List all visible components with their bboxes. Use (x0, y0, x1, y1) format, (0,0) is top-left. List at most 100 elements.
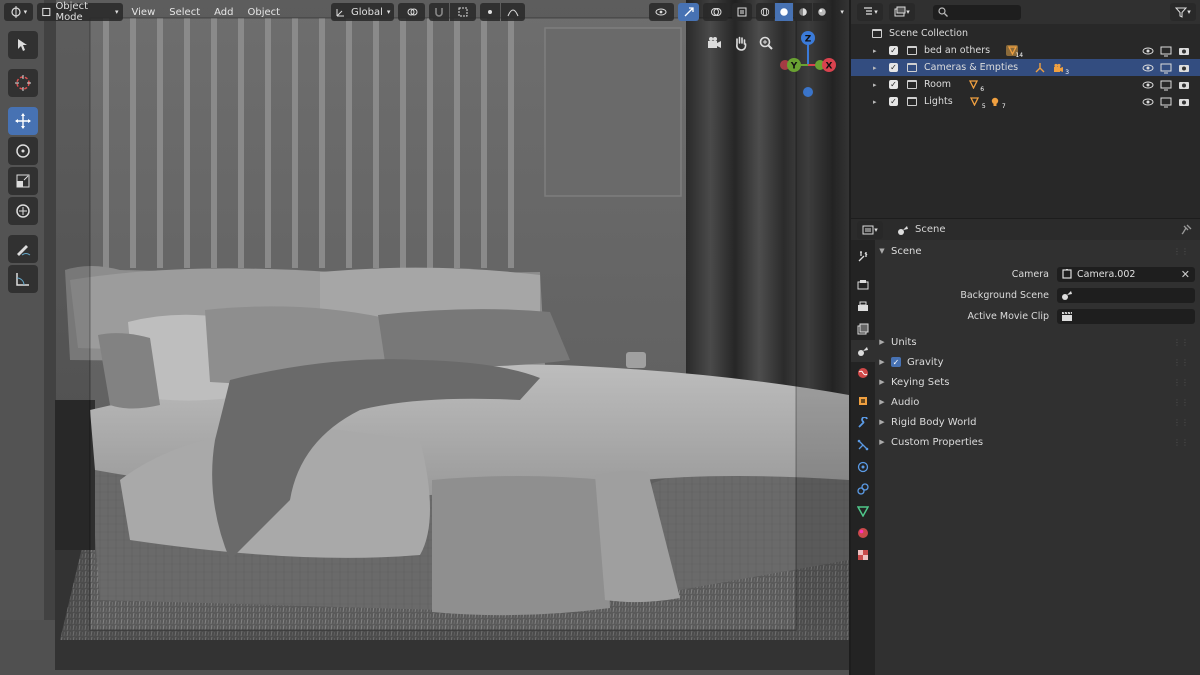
tab-object[interactable] (851, 390, 875, 412)
snap-target-select[interactable] (450, 3, 477, 21)
drag-handle-icon[interactable]: ⋮⋮ (1173, 247, 1189, 256)
eye-icon[interactable] (1142, 79, 1154, 91)
shading-solid[interactable] (775, 3, 794, 21)
tool-select-box[interactable] (8, 31, 38, 59)
tab-particles[interactable] (851, 434, 875, 456)
tab-data[interactable] (851, 500, 875, 522)
properties-editor-type[interactable]: ▾ (857, 220, 883, 239)
outliner-row-bed-an-others[interactable]: ▸ ✓ bed an others 14 (851, 42, 1200, 59)
drag-handle-icon[interactable]: ⋮⋮ (1173, 358, 1189, 367)
exclude-checkbox[interactable]: ✓ (889, 63, 898, 72)
orientation-select[interactable]: Global ▾ (330, 3, 395, 21)
units-panel-header[interactable]: ▶ Units ⋮⋮ (877, 333, 1195, 351)
mesh-badge[interactable]: 5 (969, 96, 986, 110)
keying-sets-panel-header[interactable]: ▶ Keying Sets ⋮⋮ (877, 373, 1195, 391)
eye-icon[interactable] (1142, 62, 1154, 74)
tab-view-layer[interactable] (851, 318, 875, 340)
tab-texture[interactable] (851, 544, 875, 566)
tab-tool[interactable] (851, 246, 875, 268)
tool-cursor[interactable] (8, 69, 38, 97)
scene-panel-header[interactable]: ▼ Scene ⋮⋮ (877, 242, 1195, 260)
gravity-panel-header[interactable]: ▶ ✓ Gravity ⋮⋮ (877, 353, 1195, 371)
outliner-row-scene-collection[interactable]: Scene Collection (851, 25, 1200, 42)
camera-icon[interactable] (1178, 62, 1190, 74)
tab-output[interactable] (851, 296, 875, 318)
pan-view-button[interactable] (731, 33, 751, 53)
camera-badge[interactable]: 3 (1052, 62, 1069, 76)
shading-material[interactable] (794, 3, 813, 21)
tab-modifier[interactable] (851, 412, 875, 434)
navigation-gizmo[interactable]: Z Y X (776, 28, 840, 100)
exclude-checkbox[interactable]: ✓ (889, 80, 898, 89)
outliner-row-cameras-empties[interactable]: ▸ ✓ Cameras & Empties 3 (851, 59, 1200, 76)
camera-view-button[interactable] (704, 33, 724, 53)
expand-arrow-icon[interactable]: ▸ (873, 81, 881, 89)
camera-icon[interactable] (1178, 79, 1190, 91)
empty-axes-icon[interactable] (1034, 62, 1046, 74)
display-mode-select[interactable]: ▾ (889, 3, 915, 21)
tab-scene[interactable] (851, 340, 875, 362)
overlays-toggle[interactable] (703, 3, 729, 21)
exclude-checkbox[interactable]: ✓ (889, 46, 898, 55)
tool-scale[interactable] (8, 167, 38, 195)
drag-handle-icon[interactable]: ⋮⋮ (1173, 378, 1189, 387)
shading-options[interactable]: ▾ (835, 3, 849, 21)
menu-object[interactable]: Object (243, 7, 286, 18)
mesh-badge[interactable]: 6 (967, 79, 984, 93)
pin-icon[interactable] (1180, 224, 1192, 236)
tool-transform[interactable] (8, 197, 38, 225)
active-movie-clip-field[interactable] (1057, 308, 1195, 324)
tab-render[interactable] (851, 274, 875, 296)
audio-panel-header[interactable]: ▶ Audio ⋮⋮ (877, 393, 1195, 411)
pivot-point-button[interactable] (398, 3, 426, 21)
monitor-icon[interactable] (1160, 45, 1172, 57)
shading-wireframe[interactable] (756, 3, 775, 21)
light-badge[interactable]: 7 (989, 96, 1006, 110)
camera-icon[interactable] (1178, 45, 1190, 57)
zoom-view-button[interactable] (756, 33, 776, 53)
proportional-edit-toggle[interactable] (480, 3, 501, 21)
monitor-icon[interactable] (1160, 62, 1172, 74)
mesh-badge[interactable]: 14 (1006, 45, 1023, 59)
tab-world[interactable] (851, 362, 875, 384)
monitor-icon[interactable] (1160, 79, 1172, 91)
tab-material[interactable] (851, 522, 875, 544)
outliner-search-input[interactable] (933, 4, 1021, 20)
tool-annotate[interactable] (8, 235, 38, 263)
exclude-checkbox[interactable]: ✓ (889, 97, 898, 106)
menu-add[interactable]: Add (209, 7, 238, 18)
outliner-row-room[interactable]: ▸ ✓ Room 6 (851, 76, 1200, 93)
outliner-row-lights[interactable]: ▸ ✓ Lights 5 7 (851, 93, 1200, 110)
custom-properties-panel-header[interactable]: ▶ Custom Properties ⋮⋮ (877, 433, 1195, 451)
expand-arrow-icon[interactable]: ▸ (873, 64, 881, 72)
outliner-editor-type[interactable]: ▾ (857, 3, 883, 21)
menu-select[interactable]: Select (164, 7, 205, 18)
gizmo-neg-z[interactable] (803, 87, 813, 97)
gravity-checkbox[interactable]: ✓ (891, 357, 901, 367)
mode-select[interactable]: Object Mode ▾ (36, 1, 123, 23)
camera-icon[interactable] (1178, 96, 1190, 108)
expand-arrow-icon[interactable]: ▸ (873, 47, 881, 55)
monitor-icon[interactable] (1160, 96, 1172, 108)
snap-toggle[interactable] (429, 3, 450, 21)
editor-type-button[interactable]: ▾ (4, 3, 33, 21)
eye-icon[interactable] (1142, 45, 1154, 57)
expand-arrow-icon[interactable]: ▸ (873, 98, 881, 106)
drag-handle-icon[interactable]: ⋮⋮ (1173, 398, 1189, 407)
eye-icon[interactable] (1142, 96, 1154, 108)
menu-view[interactable]: View (127, 7, 161, 18)
background-scene-field[interactable] (1057, 287, 1195, 303)
tool-measure[interactable] (8, 265, 38, 293)
gizmo-toggle[interactable] (677, 3, 700, 21)
shading-rendered[interactable] (813, 3, 832, 21)
tool-rotate[interactable] (8, 137, 38, 165)
tab-constraints[interactable] (851, 478, 875, 500)
filter-button[interactable]: ▾ (1170, 3, 1196, 21)
3d-viewport[interactable]: ▾ Object Mode ▾ View Select Add Object G… (0, 0, 849, 675)
xray-toggle[interactable] (732, 3, 753, 21)
viewport-scene-render[interactable] (0, 0, 849, 675)
drag-handle-icon[interactable]: ⋮⋮ (1173, 418, 1189, 427)
rigid-body-world-panel-header[interactable]: ▶ Rigid Body World ⋮⋮ (877, 413, 1195, 431)
clear-x-icon[interactable]: ✕ (1181, 268, 1190, 281)
tool-move[interactable] (8, 107, 38, 135)
